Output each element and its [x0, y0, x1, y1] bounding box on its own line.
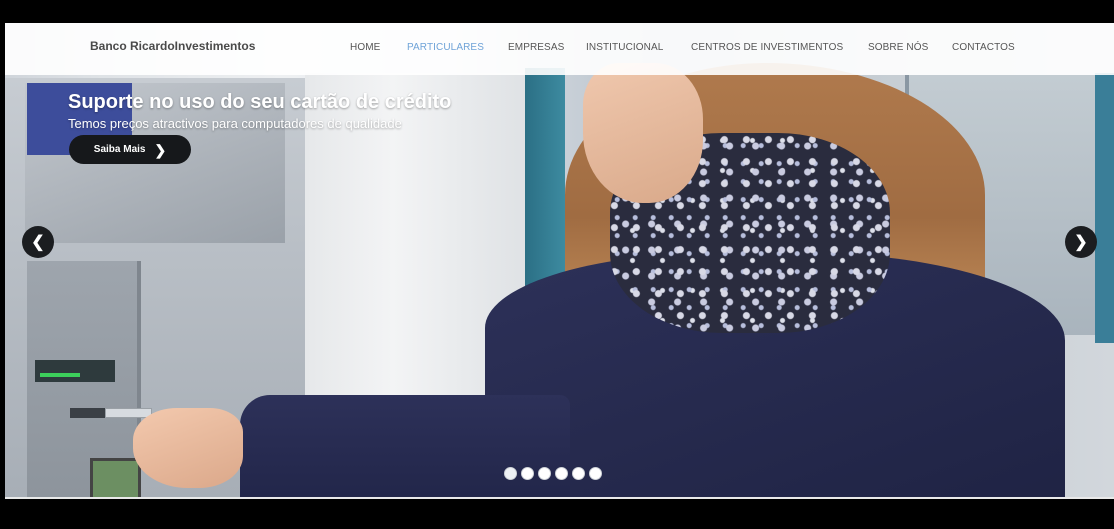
carousel-indicators	[504, 467, 602, 480]
carousel-dot-5[interactable]	[572, 467, 585, 480]
brand-logo[interactable]: Banco RicardoInvestimentos	[90, 39, 255, 53]
atm-led	[40, 373, 80, 377]
page-bottom-border	[5, 497, 1114, 499]
nav-empresas[interactable]: EMPRESAS	[508, 42, 564, 53]
page: Banco RicardoInvestimentos HOME PARTICUL…	[5, 23, 1114, 498]
chevron-right-icon: ❯	[154, 141, 167, 158]
slide-subtitle: Temos preços atractivos para computadore…	[68, 116, 402, 131]
carousel-prev-button[interactable]: ❮	[22, 226, 54, 258]
chevron-left-icon: ❮	[31, 234, 45, 251]
carousel-dot-3[interactable]	[538, 467, 551, 480]
carousel-dot-1[interactable]	[504, 467, 517, 480]
nav-sobre-nos[interactable]: SOBRE NÓS	[868, 42, 928, 53]
window-frame-right	[1095, 73, 1114, 343]
carousel-dot-4[interactable]	[555, 467, 568, 480]
saiba-mais-button[interactable]: Saiba Mais ❯	[69, 135, 191, 164]
atm-keypad-screen	[90, 458, 141, 498]
carousel-dot-2[interactable]	[521, 467, 534, 480]
carousel-dot-6[interactable]	[589, 467, 602, 480]
chevron-right-icon: ❯	[1074, 234, 1088, 251]
navbar: Banco RicardoInvestimentos HOME PARTICUL…	[5, 23, 1114, 75]
nav-centros-de-investimentos[interactable]: CENTROS DE INVESTIMENTOS	[691, 42, 843, 53]
slide-title: Suporte no uso do seu cartão de crédito	[68, 91, 452, 113]
woman-face	[583, 63, 703, 203]
nav-particulares[interactable]: PARTICULARES	[407, 42, 484, 53]
woman-hand	[133, 408, 243, 488]
carousel-next-button[interactable]: ❯	[1065, 226, 1097, 258]
atm-panel	[35, 360, 115, 382]
saiba-mais-label: Saiba Mais	[93, 144, 146, 155]
browser-frame: Banco RicardoInvestimentos HOME PARTICUL…	[0, 0, 1114, 529]
nav-institucional[interactable]: INSTITUCIONAL	[586, 42, 663, 53]
nav-contactos[interactable]: CONTACTOS	[952, 42, 1015, 53]
woman-sleeve	[240, 395, 570, 498]
nav-home[interactable]: HOME	[350, 42, 380, 53]
